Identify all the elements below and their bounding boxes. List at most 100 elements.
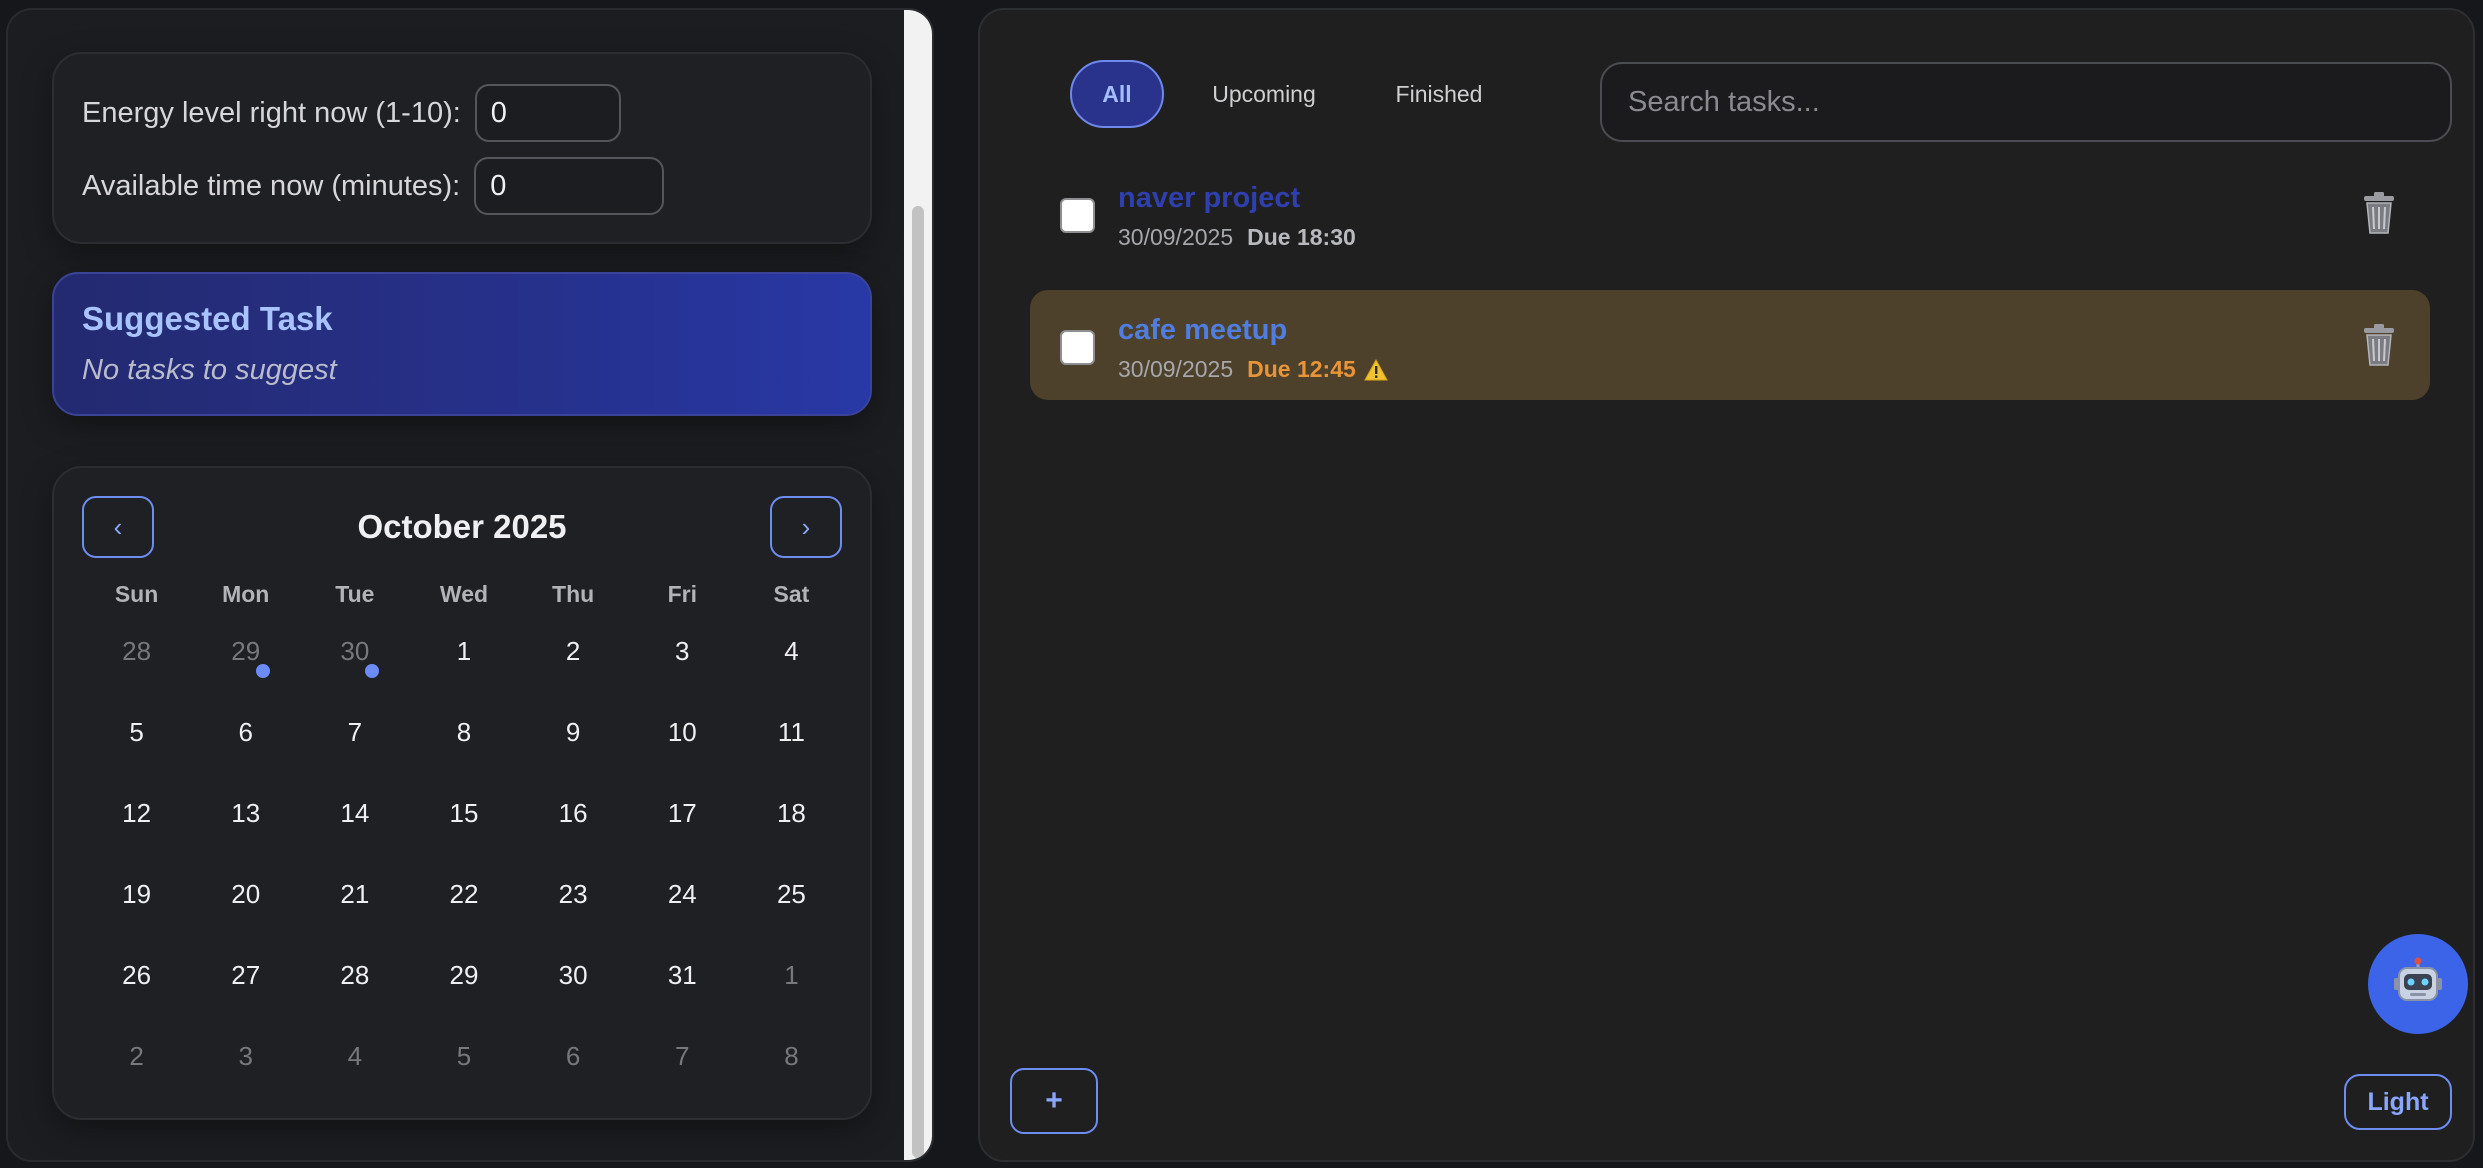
calendar-day[interactable]: 27 [191, 936, 300, 1017]
time-input[interactable] [474, 157, 665, 215]
scrollbar-thumb[interactable] [912, 206, 924, 1158]
left-panel-scrollbar[interactable] [904, 10, 932, 1160]
task-panel: All Upcoming Finished naver project 30/0… [978, 8, 2475, 1162]
assistant-button[interactable] [2368, 934, 2468, 1034]
calendar-day[interactable]: 1 [409, 612, 518, 693]
calendar-day[interactable]: 31 [628, 936, 737, 1017]
search-input[interactable] [1600, 62, 2452, 142]
task-indicator-dot [364, 664, 379, 678]
weekday-label: Sat [773, 581, 810, 607]
calendar-day[interactable]: 28 [82, 612, 191, 693]
calendar-day-number: 17 [667, 798, 697, 828]
calendar-day-number: 29 [231, 636, 261, 666]
calendar-day[interactable]: 6 [519, 1017, 628, 1098]
calendar-day[interactable]: 3 [191, 1017, 300, 1098]
calendar-day[interactable]: 29 [191, 612, 300, 693]
calendar-day-number: 3 [675, 636, 690, 666]
calendar-day[interactable]: 24 [628, 855, 737, 936]
suggested-task-card: Suggested Task No tasks to suggest [52, 272, 872, 416]
calendar-day[interactable]: 30 [519, 936, 628, 1017]
weekday-header: Sun Mon Tue Wed Thu Fri Sat [82, 576, 846, 612]
calendar-day-number: 31 [667, 960, 697, 990]
calendar-day[interactable]: 7 [300, 693, 409, 774]
calendar-day-number: 8 [784, 1041, 799, 1071]
calendar-day[interactable]: 14 [300, 774, 409, 855]
warning-icon [1363, 358, 1388, 380]
task-indicator-dot [255, 664, 270, 678]
calendar-day[interactable]: 26 [82, 936, 191, 1017]
calendar-day[interactable]: 16 [519, 774, 628, 855]
calendar-day[interactable]: 2 [519, 612, 628, 693]
task-meta: 30/09/2025 Due 18:30 [1118, 224, 1356, 251]
add-task-button[interactable]: + [1010, 1068, 1098, 1134]
energy-input[interactable] [474, 84, 621, 142]
calendar-day[interactable]: 1 [737, 936, 846, 1017]
calendar-day-number: 12 [122, 798, 152, 828]
calendar-day[interactable]: 12 [82, 774, 191, 855]
calendar-day-number: 24 [667, 879, 697, 909]
calendar-day[interactable]: 13 [191, 774, 300, 855]
calendar-day[interactable]: 2 [82, 1017, 191, 1098]
calendar-day[interactable]: 7 [628, 1017, 737, 1098]
calendar-day[interactable]: 8 [409, 693, 518, 774]
calendar-day[interactable]: 30 [300, 612, 409, 693]
calendar-day-number: 29 [449, 960, 479, 990]
calendar-day[interactable]: 19 [82, 855, 191, 936]
calendar-day[interactable]: 25 [737, 855, 846, 936]
calendar-day[interactable]: 22 [409, 855, 518, 936]
task-title[interactable]: cafe meetup [1118, 314, 1287, 347]
calendar-day[interactable]: 17 [628, 774, 737, 855]
calendar-day[interactable]: 6 [191, 693, 300, 774]
calendar-day[interactable]: 20 [191, 855, 300, 936]
task-row: naver project 30/09/2025 Due 18:30 [1030, 158, 2430, 268]
energy-row: Energy level right now (1-10): [82, 84, 621, 142]
calendar-day[interactable]: 4 [737, 612, 846, 693]
theme-toggle-button[interactable]: Light [2344, 1074, 2452, 1130]
calendar-day[interactable]: 4 [300, 1017, 409, 1098]
calendar-day-number: 20 [231, 879, 261, 909]
calendar-day[interactable]: 23 [519, 855, 628, 936]
calendar-day-number: 23 [558, 879, 588, 909]
tab-upcoming[interactable]: Upcoming [1164, 60, 1364, 128]
trash-icon[interactable] [2360, 190, 2398, 236]
calendar-day-number: 30 [340, 636, 370, 666]
calendar-day[interactable]: 15 [409, 774, 518, 855]
calendar-day[interactable]: 8 [737, 1017, 846, 1098]
calendar-day-number: 28 [340, 960, 370, 990]
calendar-day[interactable]: 11 [737, 693, 846, 774]
calendar-day[interactable]: 9 [519, 693, 628, 774]
task-due-time: Due 12:45 [1247, 356, 1356, 382]
calendar-day-number: 26 [122, 960, 152, 990]
tab-finished[interactable]: Finished [1364, 60, 1514, 128]
calendar-week: 19 20 21 22 23 24 25 [82, 855, 846, 936]
task-title[interactable]: naver project [1118, 182, 1300, 215]
calendar-day-number: 8 [456, 717, 472, 747]
calendar-day-number: 15 [449, 798, 479, 828]
calendar-day[interactable]: 5 [409, 1017, 518, 1098]
calendar-day[interactable]: 18 [737, 774, 846, 855]
weekday-label: Mon [222, 581, 270, 607]
calendar-day[interactable]: 10 [628, 693, 737, 774]
task-checkbox[interactable] [1060, 330, 1095, 365]
calendar-day[interactable]: 28 [300, 936, 409, 1017]
app-root: Energy level right now (1-10): Available… [0, 0, 2483, 1168]
calendar-day-number: 2 [565, 636, 581, 666]
task-date: 30/09/2025 [1118, 356, 1234, 382]
tab-all[interactable]: All [1070, 60, 1164, 128]
calendar-day[interactable]: 29 [409, 936, 518, 1017]
calendar-day-number: 4 [347, 1041, 363, 1071]
weekday-label: Sun [114, 581, 159, 607]
task-checkbox[interactable] [1060, 198, 1095, 233]
calendar-next-button[interactable]: › [770, 496, 842, 558]
calendar-day[interactable]: 21 [300, 855, 409, 936]
calendar-day-number: 7 [675, 1041, 690, 1071]
calendar-day[interactable]: 5 [82, 693, 191, 774]
calendar-day[interactable]: 3 [628, 612, 737, 693]
status-inputs-card: Energy level right now (1-10): Available… [52, 52, 872, 244]
robot-icon [2394, 957, 2442, 1001]
trash-icon[interactable] [2360, 322, 2398, 368]
calendar-day-number: 13 [231, 798, 261, 828]
calendar-week: 2 3 4 5 6 7 8 [82, 1017, 846, 1098]
left-panel-content: Energy level right now (1-10): Available… [8, 10, 908, 1160]
calendar-day-number: 25 [776, 879, 806, 909]
